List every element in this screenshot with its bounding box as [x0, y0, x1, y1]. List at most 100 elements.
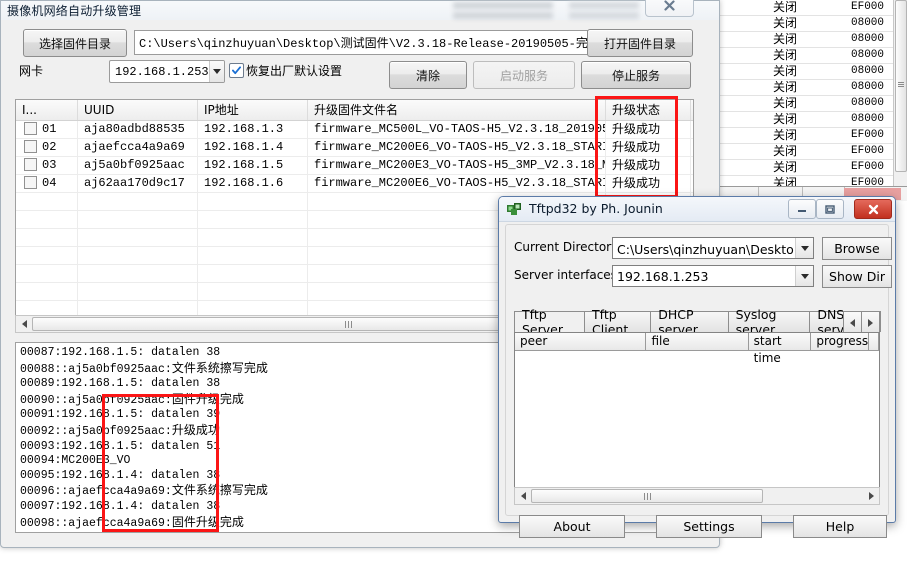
browse-button[interactable]: Browse — [822, 237, 892, 260]
background-row-status: 关闭 — [773, 144, 798, 158]
restore-defaults-checkbox[interactable] — [229, 63, 244, 78]
about-button[interactable]: About — [519, 515, 625, 538]
transfer-list-column-header[interactable]: peer — [515, 333, 647, 350]
thumb-grip-icon — [643, 492, 651, 500]
hscroll-thumb[interactable] — [531, 489, 763, 503]
row-ip-cell: 192.168.1.5 — [198, 157, 308, 174]
device-table-column-header[interactable]: 升级状态 — [606, 100, 691, 120]
tab-tftp-server[interactable]: Tftp Server — [514, 307, 586, 337]
tftpd32-minimize-button[interactable] — [788, 199, 816, 219]
choose-firmware-dir-button[interactable]: 选择固件目录 — [23, 29, 127, 57]
tftpd32-body: Current Directory C:\Users\qinzhuyuan\De… — [505, 224, 892, 538]
checkmark-icon — [232, 66, 241, 75]
tab-tftp-client[interactable]: Tftp Client — [584, 307, 652, 337]
tftpd32-title: Tftpd32 by Ph. Jounin — [529, 201, 663, 216]
empty-cell — [78, 193, 198, 210]
open-firmware-dir-label: 打开固件目录 — [603, 36, 676, 51]
transfer-list-column-header[interactable]: file — [646, 333, 749, 350]
background-row-status: 关闭 — [773, 160, 798, 174]
open-firmware-dir-button[interactable]: 打开固件目录 — [587, 29, 693, 57]
help-button[interactable]: Help — [793, 515, 887, 538]
server-interfaces-select[interactable]: 192.168.1.253 — [612, 265, 814, 287]
start-service-button[interactable]: 启动服务 — [473, 61, 575, 89]
redacted-area — [453, 12, 553, 19]
show-dir-button-label: Show Dir — [829, 269, 885, 284]
thumb-grip-icon — [344, 320, 352, 328]
hscroll-track[interactable] — [531, 488, 863, 504]
chevron-down-icon[interactable] — [795, 266, 813, 286]
start-service-label: 启动服务 — [499, 68, 548, 83]
tab-scroll-buttons[interactable] — [843, 311, 880, 334]
table-row[interactable]: 03 aj5a0bf0925aac 192.168.1.5 firmware_MC20… — [16, 157, 693, 175]
transfer-list-header: peer file start time progress — [515, 333, 879, 365]
nic-select[interactable]: 192.168.1.253 — [109, 60, 225, 83]
tab-dhcp-server[interactable]: DHCP server — [650, 307, 729, 337]
row-file-cell: firmware_MC200E6_VO-TAOS-H5_V2.3.18_STAR… — [308, 175, 606, 192]
background-row: 关闭 08000 — [701, 80, 907, 96]
device-table-column-header[interactable]: UUID — [78, 100, 198, 120]
empty-cell — [16, 283, 78, 300]
settings-button[interactable]: Settings — [656, 515, 762, 538]
device-table-column-header[interactable]: 升级固件文件名 — [308, 100, 606, 120]
chevron-down-icon[interactable] — [208, 61, 224, 82]
transfer-list-column-header[interactable]: start time — [748, 333, 812, 365]
minimize-icon — [798, 210, 806, 212]
transfer-list-hscrollbar[interactable] — [514, 487, 880, 505]
settings-button-label: Settings — [683, 519, 735, 534]
server-interfaces-value: 192.168.1.253 — [617, 268, 709, 284]
tabs-inner: Tftp Server Tftp Client DHCP server Syslog … — [514, 307, 882, 337]
scroll-left-icon[interactable] — [515, 488, 531, 504]
transfer-list-column-header-filler — [869, 333, 879, 350]
row-file-cell: firmware_MC200E6_VO-TAOS-H5_V2.3.18_STAR… — [308, 139, 606, 156]
table-row[interactable]: 04 aj62aa170d9c17 192.168.1.6 firmware_MC20… — [16, 175, 693, 193]
stop-service-button[interactable]: 停止服务 — [581, 61, 691, 89]
tftpd32-maximize-button[interactable] — [816, 199, 844, 219]
page-title: 摄像机网络自动升级管理 — [7, 4, 142, 18]
tftpd32-close-button[interactable] — [854, 199, 892, 219]
background-row-hex: 08000 — [851, 65, 885, 77]
main-close-button[interactable] — [645, 0, 694, 17]
help-button-label: Help — [825, 519, 855, 534]
row-uuid-cell: aja80adbd88535 — [78, 121, 198, 138]
scroll-left-icon[interactable] — [16, 316, 32, 332]
current-directory-select[interactable]: C:\Users\qinzhuyuan\Desktop\测试固 — [612, 237, 814, 259]
row-checkbox[interactable] — [24, 122, 37, 136]
background-row-hex: EF000 — [851, 161, 885, 173]
stop-service-label: 停止服务 — [611, 68, 660, 83]
nic-select-value: 192.168.1.253 — [115, 64, 209, 79]
empty-cell — [16, 193, 78, 210]
background-row-hex: 08000 — [851, 49, 885, 61]
row-checkbox[interactable] — [24, 176, 37, 190]
tab-syslog-server[interactable]: Syslog server — [727, 307, 811, 337]
row-checkbox[interactable] — [24, 140, 37, 154]
transfer-list-column-header[interactable]: progress — [811, 333, 870, 350]
close-icon — [664, 0, 675, 11]
row-index-cell: 03 — [16, 157, 78, 174]
show-dir-button[interactable]: Show Dir — [822, 265, 892, 288]
device-table-column-header[interactable]: IP地址 — [198, 100, 308, 120]
background-row-status: 关闭 — [773, 16, 798, 30]
background-window-scrollbar[interactable] — [893, 0, 907, 200]
background-row-status: 关闭 — [773, 128, 798, 142]
row-checkbox[interactable] — [24, 158, 37, 172]
table-row[interactable]: 01 aja80adbd88535 192.168.1.3 firmware_MC50… — [16, 121, 693, 139]
background-row: 关闭 EF000 — [701, 144, 907, 160]
background-row: 关闭 EF000 — [701, 160, 907, 176]
row-ip-cell: 192.168.1.6 — [198, 175, 308, 192]
tab-scroll-left-icon[interactable] — [843, 311, 862, 334]
background-row-status: 关闭 — [773, 32, 798, 46]
tab-scroll-right-icon[interactable] — [861, 311, 880, 334]
empty-cell — [16, 247, 78, 264]
background-row-hex: EF000 — [851, 129, 885, 141]
device-table-column-header[interactable]: I... — [16, 100, 78, 120]
scroll-right-icon[interactable] — [863, 488, 879, 504]
restore-defaults-label: 恢复出厂默认设置 — [246, 64, 343, 78]
firmware-dir-path-value: C:\Users\qinzhuyuan\Desktop\测试固件\V2.3.18… — [139, 37, 588, 51]
table-row[interactable]: 02 ajaefcca4a9a69 192.168.1.4 firmware_MC20… — [16, 139, 693, 157]
firmware-dir-path-field[interactable]: C:\Users\qinzhuyuan\Desktop\测试固件\V2.3.18… — [134, 30, 588, 55]
background-row: 关闭 08000 — [701, 16, 907, 32]
chevron-down-icon[interactable] — [795, 238, 813, 258]
clear-button[interactable]: 清除 — [389, 61, 467, 89]
empty-cell — [198, 229, 308, 246]
empty-cell — [78, 301, 198, 315]
